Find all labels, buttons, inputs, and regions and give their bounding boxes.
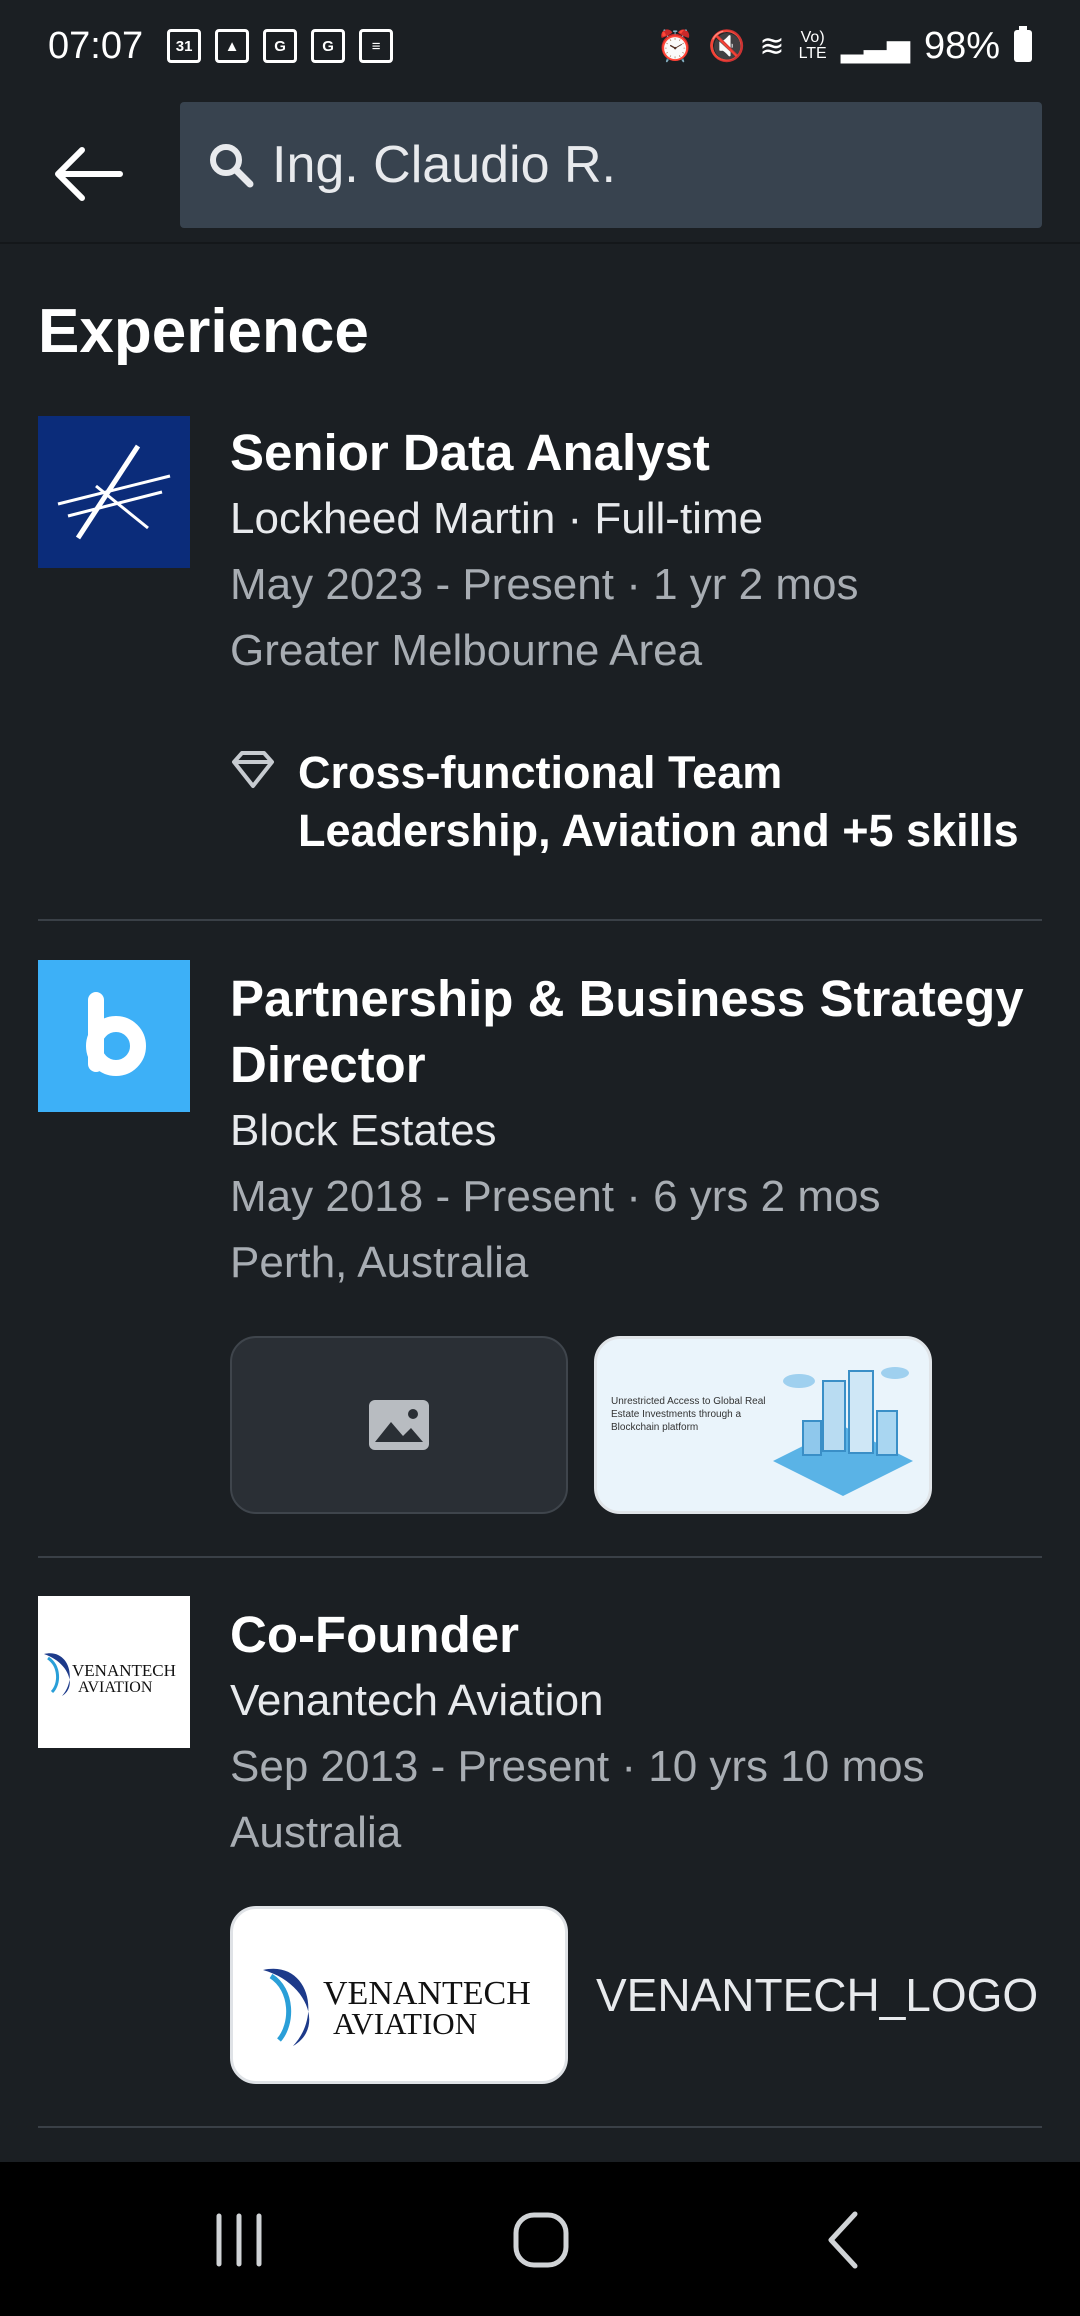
venantech-aviation-logo: VENANTECH AVIATION (38, 1596, 190, 1748)
home-icon (513, 2212, 569, 2268)
media-thumbnail[interactable]: VENANTECH AVIATION (230, 1906, 568, 2084)
media-row: VENANTECH AVIATION VENANTECH_LOGO (230, 1906, 1040, 2084)
chevron-left-icon (828, 2211, 858, 2269)
search-input[interactable]: Ing. Claudio R. (180, 102, 1042, 228)
media-row: Unrestricted Access to Global Real Estat… (230, 1336, 1040, 1514)
isometric-city-illustration (773, 1367, 913, 1496)
news-icon: G (263, 29, 298, 63)
logo-line-2: AVIATION (78, 1679, 153, 1696)
mute-icon: 🔇 (708, 29, 746, 63)
block-estates-logo (38, 960, 190, 1112)
status-time: 07:07 (48, 24, 144, 67)
system-nav-bar (0, 2162, 1080, 2316)
company-name: Lockheed Martin · Full-time (230, 494, 764, 543)
wifi-icon: ≋ (759, 29, 785, 63)
job-title: Senior Data Analyst (230, 424, 710, 481)
lockheed-martin-logo (38, 416, 190, 568)
divider (38, 2126, 1042, 2128)
media-label[interactable]: VENANTECH_LOGO (596, 1968, 1038, 2022)
calendar-icon: 31 (167, 29, 202, 63)
divider (38, 919, 1042, 921)
job-location: Perth, Australia (230, 1238, 529, 1287)
company-name: Venantech Aviation (230, 1676, 604, 1725)
venantech-logo-image: VENANTECH AVIATION (263, 1968, 531, 2046)
search-query: Ing. Claudio R. (272, 136, 616, 194)
topbar-divider (0, 242, 1080, 244)
divider (38, 1556, 1042, 1558)
media-thumbnail[interactable] (230, 1336, 568, 1514)
skills-text: Cross-functional Team Leadership, Aviati… (298, 747, 1019, 856)
job-dates: Sep 2013 - Present · 10 yrs 10 mos (230, 1742, 925, 1791)
top-bar: Ing. Claudio R. (0, 92, 1080, 244)
media-caption: Unrestricted Access to Global Real Estat… (611, 1396, 766, 1433)
gallery-icon: ▲ (215, 29, 250, 63)
job-location: Greater Melbourne Area (230, 626, 703, 675)
logo-line-2: AVIATION (333, 2006, 477, 2041)
news-icon: G (311, 29, 346, 63)
company-name: Block Estates (230, 1106, 497, 1155)
signal-icon: ▂▃▅ (840, 29, 910, 63)
job-title: Co-Founder (230, 1606, 519, 1663)
clapper-icon: ≡ (359, 29, 394, 63)
section-title: Experience (38, 297, 369, 366)
recents-button[interactable] (194, 2202, 284, 2278)
home-button[interactable] (496, 2202, 586, 2278)
job-dates: May 2023 - Present · 1 yr 2 mos (230, 560, 859, 609)
image-icon (369, 1400, 429, 1450)
diamond-icon (232, 751, 274, 788)
media-thumbnail[interactable]: Unrestricted Access to Global Real Estat… (594, 1336, 932, 1514)
logo-line-1: VENANTECH (72, 1661, 176, 1680)
arrow-left-icon (55, 147, 123, 201)
recents-icon (216, 2213, 262, 2267)
search-icon (210, 144, 254, 188)
job-location: Australia (230, 1808, 402, 1857)
skills-summary[interactable]: Cross-functional Team Leadership, Aviati… (230, 744, 1040, 860)
battery-icon (1014, 26, 1032, 62)
job-dates: May 2018 - Present · 6 yrs 2 mos (230, 1172, 881, 1221)
battery-percent: 98% (923, 24, 1000, 67)
job-title: Partnership & Business Strategy Director (230, 970, 1024, 1093)
alarm-icon: ⏰ (656, 29, 695, 63)
back-button[interactable] (40, 126, 136, 222)
status-bar: 07:07 31 ▲ G G ≡ ⏰ 🔇 ≋ Vo) LTE ▂▃▅ 98% (0, 0, 1080, 92)
back-nav-button[interactable] (798, 2202, 888, 2278)
volte-icon: Vo) LTE (798, 29, 827, 62)
